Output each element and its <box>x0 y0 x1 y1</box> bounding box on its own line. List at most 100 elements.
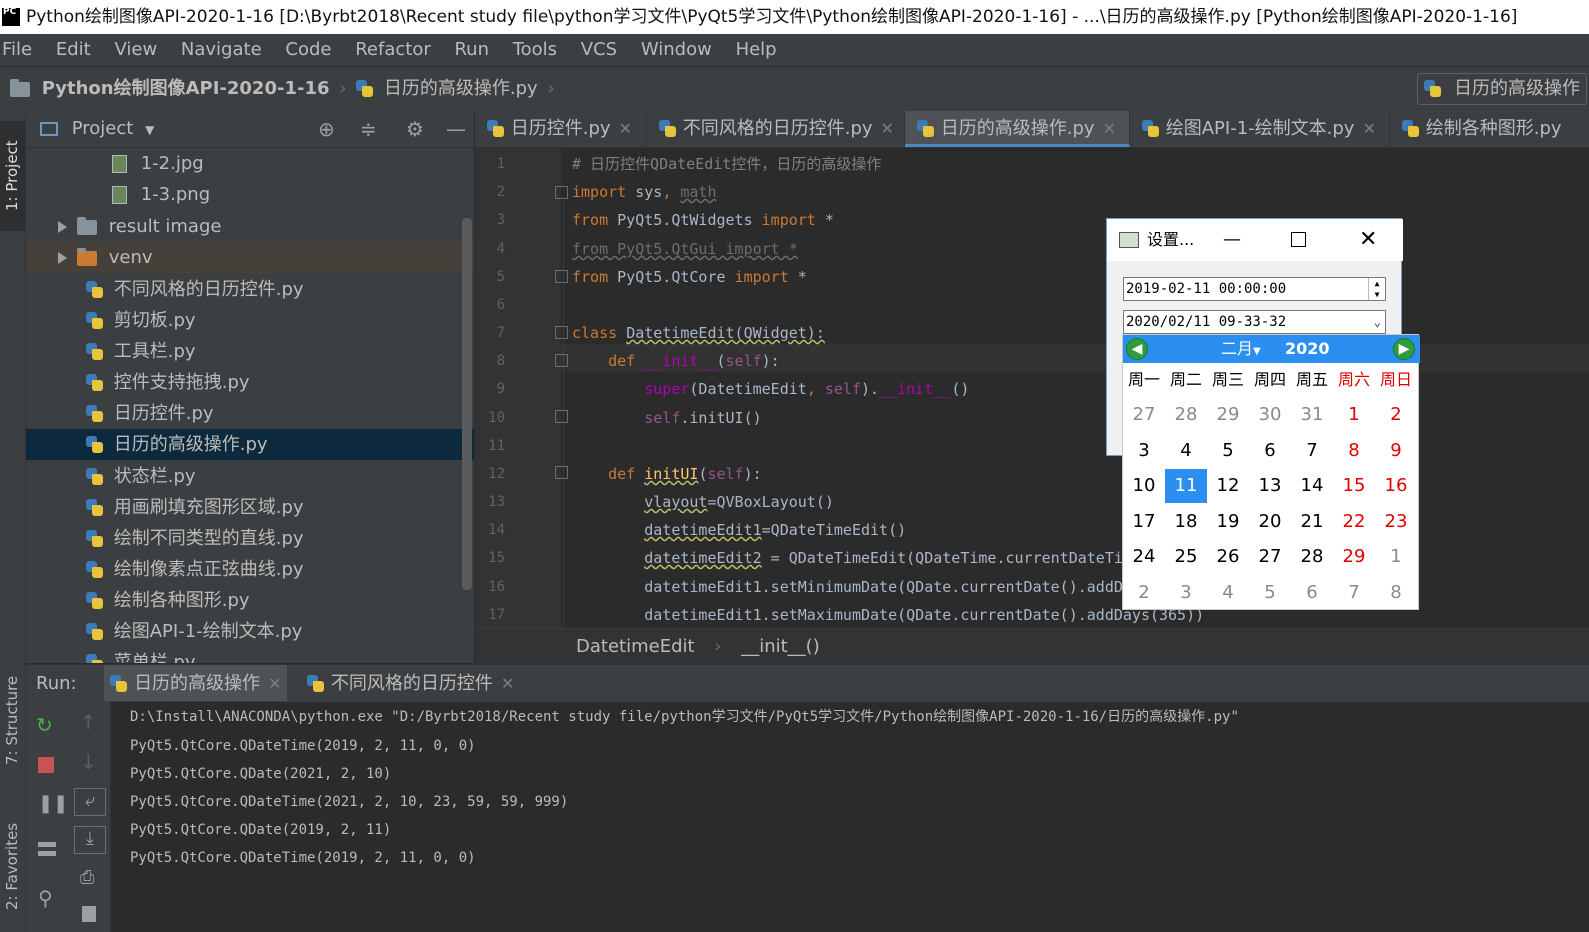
tree-item-py[interactable]: 绘图API-1-绘制文本.py <box>26 616 474 647</box>
datetime-edit-1[interactable]: 2019-02-11 00:00:00 ▲ ▼ <box>1123 277 1386 301</box>
calendar-day[interactable]: 28 <box>1291 540 1333 574</box>
editor-tab-active[interactable]: 日历的高级操作.py ✕ <box>905 111 1130 147</box>
tree-item-image[interactable]: 1-2.jpg <box>26 148 474 179</box>
nav-project[interactable]: Python绘制图像API-2020-1-16 <box>42 78 330 99</box>
fold-marker-icon[interactable] <box>555 410 568 423</box>
close-icon[interactable]: ✕ <box>1362 119 1375 138</box>
calendar-day[interactable]: 8 <box>1333 434 1375 468</box>
fold-marker-icon[interactable] <box>555 270 568 283</box>
rerun-icon[interactable]: ↻ <box>36 715 56 735</box>
tree-item-py[interactable]: 用画刷填充图形区域.py <box>26 492 474 523</box>
calendar-day[interactable]: 7 <box>1333 576 1375 610</box>
calendar-day[interactable]: 18 <box>1165 505 1207 539</box>
calendar-day[interactable]: 3 <box>1123 434 1165 468</box>
close-icon[interactable]: ✕ <box>1103 119 1116 138</box>
calendar-day[interactable]: 27 <box>1123 398 1165 432</box>
calendar-day[interactable]: 1 <box>1375 540 1417 574</box>
calendar-day[interactable]: 22 <box>1333 505 1375 539</box>
prev-month-icon[interactable]: ◀ <box>1126 338 1148 360</box>
menu-edit[interactable]: Edit <box>56 39 91 60</box>
run-tab-active[interactable]: 日历的高级操作 ✕ <box>104 665 288 701</box>
tree-item-folder[interactable]: venv <box>26 242 474 273</box>
fold-marker-icon[interactable] <box>555 326 568 339</box>
project-panel-title[interactable]: Project <box>72 118 134 139</box>
fold-marker-icon[interactable] <box>555 354 568 367</box>
pause-icon[interactable]: ❚❚ <box>38 794 68 814</box>
close-icon[interactable]: ✕ <box>268 674 281 693</box>
calendar-day[interactable]: 17 <box>1123 505 1165 539</box>
maximize-icon[interactable] <box>1291 232 1306 247</box>
fold-marker-icon[interactable] <box>555 186 568 199</box>
calendar-day[interactable]: 15 <box>1333 469 1375 503</box>
minimize-icon[interactable]: — <box>1223 219 1241 261</box>
chevron-down-icon[interactable]: ▼ <box>145 123 154 137</box>
menu-code[interactable]: Code <box>285 39 331 60</box>
expand-arrow-icon[interactable] <box>58 221 67 233</box>
print-icon[interactable]: ⎙ <box>80 868 100 888</box>
collapse-all-icon[interactable]: ≑ <box>360 111 377 147</box>
soft-wrap-icon[interactable]: ⤶ <box>74 788 106 816</box>
calendar-day[interactable]: 31 <box>1291 398 1333 432</box>
tree-item-py[interactable]: 工具栏.py <box>26 336 474 367</box>
next-month-icon[interactable]: ▶ <box>1393 338 1415 360</box>
arrow-down-icon[interactable]: ↓ <box>80 752 100 772</box>
menu-tools[interactable]: Tools <box>513 39 557 60</box>
editor-tab[interactable]: 日历控件.py ✕ <box>475 111 647 147</box>
menu-refactor[interactable]: Refactor <box>355 39 431 60</box>
pin-icon[interactable]: ⚲ <box>38 888 58 908</box>
tree-item-py[interactable]: 绘制像素点正弦曲线.py <box>26 554 474 585</box>
menu-file[interactable]: File <box>2 39 32 60</box>
calendar-day[interactable]: 16 <box>1375 469 1417 503</box>
favorites-tool-tab[interactable]: 2: Favorites <box>0 811 25 921</box>
calendar-day[interactable]: 28 <box>1165 398 1207 432</box>
spin-arrows-icon[interactable]: ▲ ▼ <box>1368 278 1385 300</box>
close-icon[interactable]: ✕ <box>1359 219 1377 261</box>
calendar-day[interactable]: 1 <box>1333 398 1375 432</box>
calendar-day[interactable]: 5 <box>1207 434 1249 468</box>
calendar-day[interactable]: 29 <box>1333 540 1375 574</box>
tree-item-py[interactable]: 日历控件.py <box>26 398 474 429</box>
breadcrumb-class[interactable]: DatetimeEdit <box>576 636 695 657</box>
calendar-day[interactable]: 30 <box>1249 398 1291 432</box>
calendar-day[interactable]: 6 <box>1291 576 1333 610</box>
calendar-day[interactable]: 3 <box>1165 576 1207 610</box>
fold-marker-icon[interactable] <box>555 466 568 479</box>
tree-item-py[interactable]: 控件支持拖拽.py <box>26 367 474 398</box>
datetime-edit-2[interactable]: 2020/02/11 09-33-32 ⌄ <box>1123 310 1386 334</box>
tree-item-image[interactable]: 1-3.png <box>26 179 474 210</box>
menu-window[interactable]: Window <box>641 39 712 60</box>
qt-window-title-bar[interactable]: 设置... — ✕ <box>1107 219 1403 261</box>
locate-file-icon[interactable]: ⊕ <box>318 111 335 147</box>
calendar-year[interactable]: 2020 <box>1285 335 1330 363</box>
calendar-day[interactable]: 24 <box>1123 540 1165 574</box>
expand-arrow-icon[interactable] <box>58 252 67 264</box>
calendar-day[interactable]: 4 <box>1165 434 1207 468</box>
calendar-day[interactable]: 26 <box>1207 540 1249 574</box>
stop-icon[interactable] <box>38 757 54 773</box>
editor-tab[interactable]: 绘图API-1-绘制文本.py ✕ <box>1130 111 1390 147</box>
tree-item-py[interactable]: 不同风格的日历控件.py <box>26 274 474 305</box>
calendar-day[interactable]: 7 <box>1291 434 1333 468</box>
calendar-day[interactable]: 5 <box>1249 576 1291 610</box>
menu-run[interactable]: Run <box>454 39 489 60</box>
menu-help[interactable]: Help <box>736 39 777 60</box>
structure-tool-tab[interactable]: 7: Structure <box>0 661 25 779</box>
calendar-month[interactable]: 二月▼ <box>1221 335 1261 366</box>
close-icon[interactable]: ✕ <box>619 119 632 138</box>
chevron-down-icon[interactable]: ⌄ <box>1374 311 1381 333</box>
calendar-day[interactable]: 19 <box>1207 505 1249 539</box>
close-icon[interactable]: ✕ <box>881 119 894 138</box>
calendar-day[interactable]: 2 <box>1123 576 1165 610</box>
calendar-day[interactable]: 10 <box>1123 469 1165 503</box>
menu-view[interactable]: View <box>114 39 157 60</box>
calendar-day[interactable]: 12 <box>1207 469 1249 503</box>
calendar-day[interactable]: 25 <box>1165 540 1207 574</box>
run-config-selector[interactable]: 日历的高级操作 <box>1417 73 1587 105</box>
menu-navigate[interactable]: Navigate <box>181 39 262 60</box>
hide-panel-icon[interactable]: — <box>446 111 466 147</box>
run-tab[interactable]: 不同风格的日历控件 ✕ <box>307 673 514 694</box>
gear-icon[interactable]: ⚙ <box>406 111 424 147</box>
breadcrumb-method[interactable]: __init__() <box>741 636 820 657</box>
close-icon[interactable]: ✕ <box>501 674 514 693</box>
calendar-day[interactable]: 23 <box>1375 505 1417 539</box>
